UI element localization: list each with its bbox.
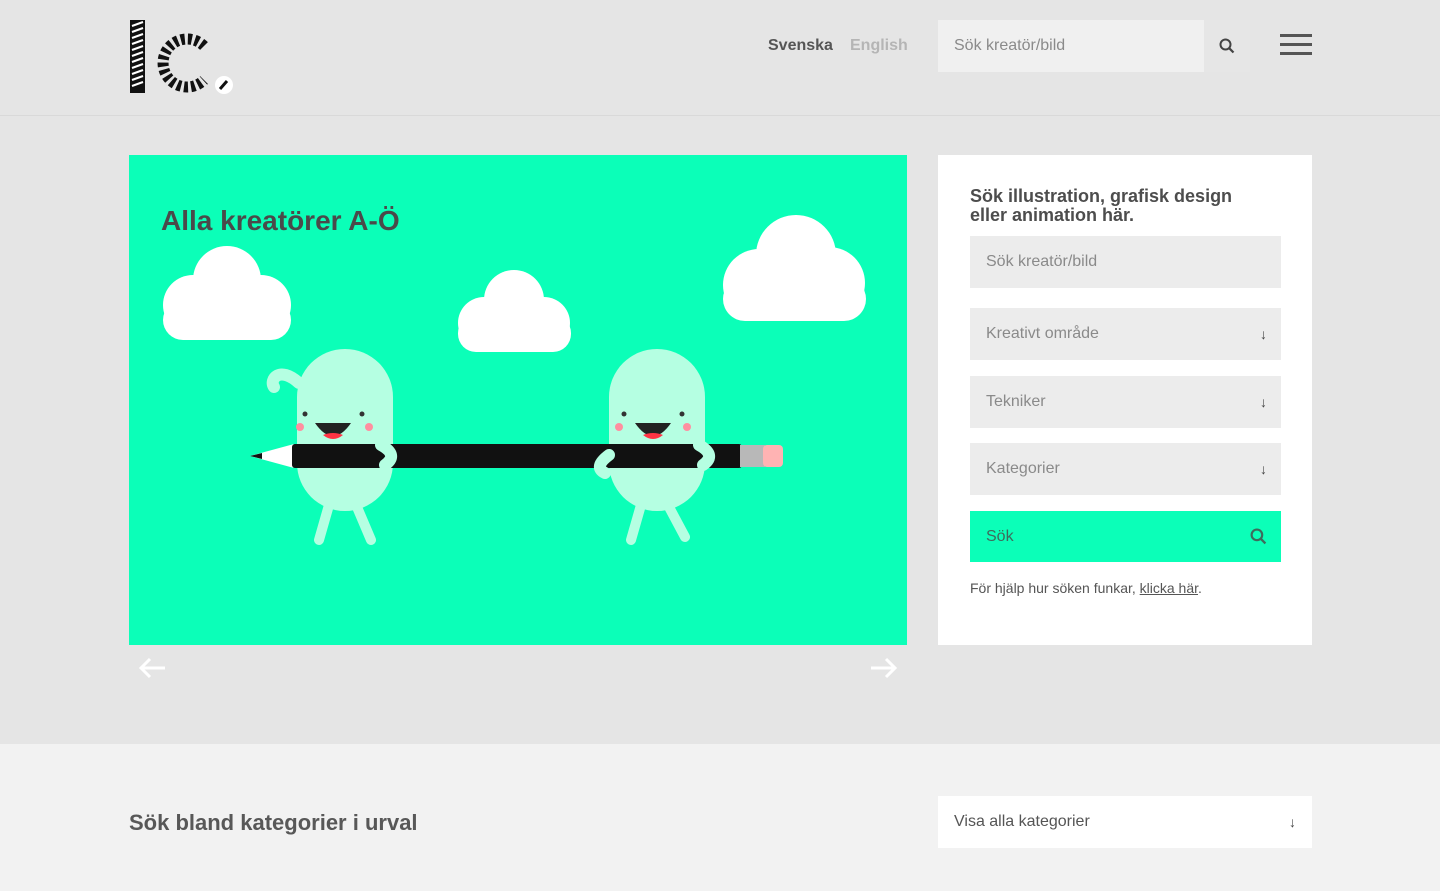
hamburger-menu-icon[interactable] xyxy=(1280,34,1312,58)
lang-english[interactable]: English xyxy=(850,37,908,55)
search-input-placeholder: Sök kreatör/bild xyxy=(986,253,1098,270)
search-submit-button[interactable]: Sök xyxy=(970,511,1281,562)
lang-svenska[interactable]: Svenska xyxy=(768,37,833,55)
help-prefix: För hjälp hur söken funkar, xyxy=(970,580,1140,596)
hero-slide[interactable]: Alla kreatörer A-Ö xyxy=(129,155,907,645)
search-icon xyxy=(1250,528,1267,545)
header-search xyxy=(938,20,1250,72)
search-icon xyxy=(1219,38,1235,54)
arrow-right-icon[interactable] xyxy=(869,655,899,681)
select-tekniker[interactable]: Tekniker ↓ xyxy=(970,376,1281,428)
search-input[interactable]: Sök kreatör/bild xyxy=(970,236,1281,288)
select-label: Visa alla kategorier xyxy=(954,813,1090,830)
select-label: Kreativt område xyxy=(986,325,1099,342)
search-panel: Sök illustration, grafisk design eller a… xyxy=(938,155,1312,645)
arrow-down-icon: ↓ xyxy=(1260,394,1267,410)
arrow-down-icon: ↓ xyxy=(1260,326,1267,342)
arrow-left-icon[interactable] xyxy=(137,655,167,681)
select-all-categories[interactable]: Visa alla kategorier ↓ xyxy=(938,796,1312,848)
select-kreativt-omrade[interactable]: Kreativt område ↓ xyxy=(970,308,1281,360)
search-help-text: För hjälp hur söken funkar, klicka här. xyxy=(970,580,1202,596)
help-suffix: . xyxy=(1198,580,1202,596)
search-submit-label: Sök xyxy=(986,527,1014,545)
help-link[interactable]: klicka här xyxy=(1140,580,1198,596)
search-panel-heading: Sök illustration, grafisk design eller a… xyxy=(970,186,1233,225)
header-search-button[interactable] xyxy=(1204,20,1250,72)
select-label: Tekniker xyxy=(986,393,1046,410)
header-search-input[interactable] xyxy=(938,20,1203,72)
hero-title: Alla kreatörer A-Ö xyxy=(161,205,400,236)
site-logo[interactable] xyxy=(128,18,238,98)
select-label: Kategorier xyxy=(986,460,1060,477)
category-section: Sök bland kategorier i urval Visa alla k… xyxy=(0,744,1440,891)
arrow-down-icon: ↓ xyxy=(1289,814,1296,830)
category-section-title: Sök bland kategorier i urval xyxy=(129,810,418,835)
site-header: Svenska English xyxy=(0,0,1440,116)
select-kategorier[interactable]: Kategorier ↓ xyxy=(970,443,1281,495)
arrow-down-icon: ↓ xyxy=(1260,461,1267,477)
